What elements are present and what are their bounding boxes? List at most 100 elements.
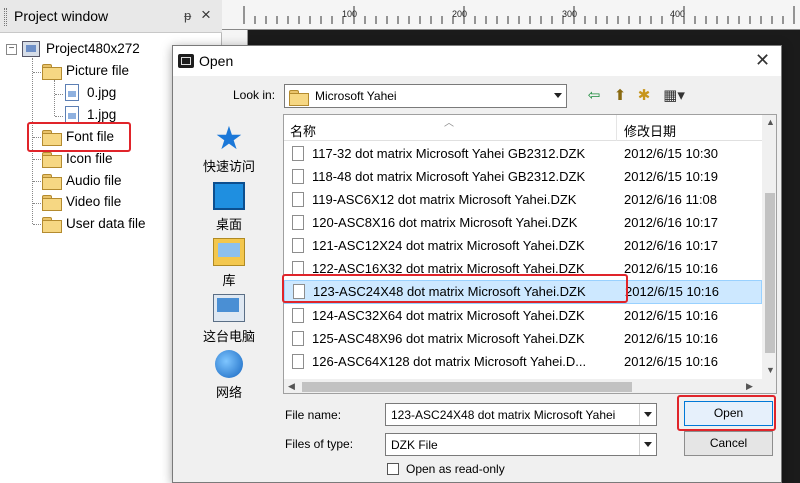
place-quick-access[interactable]: ★ 快速访问 bbox=[187, 120, 271, 175]
project-window-header: Project window ᵽ × bbox=[0, 0, 222, 33]
scroll-up-icon[interactable]: ▲ bbox=[766, 117, 775, 127]
project-icon bbox=[22, 41, 40, 57]
scrollbar-thumb[interactable] bbox=[765, 193, 775, 353]
files-of-type-select[interactable]: DZK File bbox=[385, 433, 657, 456]
file-icon bbox=[292, 215, 304, 230]
library-icon bbox=[213, 238, 245, 266]
read-only-label: Open as read-only bbox=[406, 462, 505, 476]
drag-grip[interactable] bbox=[4, 8, 7, 26]
scroll-left-icon[interactable]: ◀ bbox=[288, 381, 295, 392]
file-name: 118-48 dot matrix Microsoft Yahei GB2312… bbox=[312, 169, 586, 184]
place-label: 这台电脑 bbox=[202, 329, 255, 344]
places-bar: ★ 快速访问 桌面 库 这台电脑 网络 bbox=[187, 114, 271, 414]
look-in-value: Microsoft Yahei bbox=[315, 89, 397, 103]
tree-item-label: 0.jpg bbox=[87, 85, 117, 100]
vertical-scrollbar[interactable]: ▲ ▼ bbox=[762, 115, 776, 379]
dialog-titlebar[interactable]: Open ✕ bbox=[173, 46, 781, 76]
close-icon[interactable]: ✕ bbox=[755, 50, 770, 71]
place-desktop[interactable]: 桌面 bbox=[187, 182, 271, 233]
pin-icon[interactable]: ᵽ bbox=[184, 8, 191, 23]
look-in-label: Look in: bbox=[233, 88, 276, 102]
folder-icon bbox=[42, 174, 62, 190]
list-item[interactable]: 120-ASC8X16 dot matrix Microsoft Yahei.D… bbox=[284, 212, 762, 234]
file-date: 2012/6/15 10:19 bbox=[624, 169, 718, 184]
folder-icon bbox=[42, 152, 62, 168]
place-network[interactable]: 网络 bbox=[187, 350, 271, 401]
file-name-value: 123-ASC24X48 dot matrix Microsoft Yahei bbox=[391, 408, 616, 422]
list-item[interactable]: 125-ASC48X96 dot matrix Microsoft Yahei.… bbox=[284, 328, 762, 350]
file-icon bbox=[292, 169, 304, 184]
list-header: ︿ 名称 修改日期 bbox=[284, 115, 762, 141]
files-of-type-value: DZK File bbox=[391, 438, 438, 452]
scrollbar-thumb[interactable] bbox=[302, 382, 632, 392]
close-icon[interactable]: × bbox=[201, 5, 211, 25]
up-folder-icon[interactable]: ⬆ bbox=[609, 85, 631, 107]
app-icon bbox=[178, 54, 194, 68]
scroll-right-icon[interactable]: ▶ bbox=[746, 381, 753, 392]
column-header-date[interactable]: 修改日期 bbox=[624, 121, 676, 140]
place-label: 网络 bbox=[215, 385, 242, 400]
tree-item-label: User data file bbox=[66, 216, 146, 231]
view-menu-icon[interactable]: ▦▾ bbox=[657, 85, 691, 107]
list-item[interactable]: 124-ASC32X64 dot matrix Microsoft Yahei.… bbox=[284, 305, 762, 327]
read-only-checkbox[interactable] bbox=[387, 463, 399, 475]
star-icon: ★ bbox=[214, 120, 244, 156]
place-this-pc[interactable]: 这台电脑 bbox=[187, 294, 271, 345]
horizontal-ruler: 100 200 300 400 bbox=[222, 0, 800, 30]
tree-line bbox=[33, 72, 41, 73]
file-date: 2012/6/15 10:16 bbox=[624, 261, 718, 276]
list-item[interactable]: 117-32 dot matrix Microsoft Yahei GB2312… bbox=[284, 143, 762, 165]
horizontal-scrollbar[interactable]: ◀ ▶ bbox=[284, 379, 776, 393]
list-item[interactable]: 118-48 dot matrix Microsoft Yahei GB2312… bbox=[284, 166, 762, 188]
file-name: 121-ASC12X24 dot matrix Microsoft Yahei.… bbox=[312, 238, 585, 253]
folder-icon bbox=[42, 64, 62, 80]
scroll-down-icon[interactable]: ▼ bbox=[766, 365, 775, 375]
back-icon[interactable]: ⇦ bbox=[583, 85, 605, 107]
project-window-title: Project window bbox=[14, 8, 109, 24]
file-icon bbox=[292, 354, 304, 369]
dropdown-button[interactable] bbox=[639, 434, 656, 455]
file-name: 125-ASC48X96 dot matrix Microsoft Yahei.… bbox=[312, 331, 585, 346]
tree-line bbox=[33, 159, 41, 160]
file-icon bbox=[292, 146, 304, 161]
column-divider[interactable] bbox=[616, 115, 617, 141]
file-list: ︿ 名称 修改日期 117-32 dot matrix Microsoft Ya… bbox=[283, 114, 777, 394]
highlight-open-button bbox=[677, 395, 776, 431]
file-name: 124-ASC32X64 dot matrix Microsoft Yahei.… bbox=[312, 308, 585, 323]
look-in-select[interactable]: Microsoft Yahei bbox=[284, 84, 567, 108]
file-date: 2012/6/15 10:16 bbox=[625, 284, 719, 299]
files-of-type-label: Files of type: bbox=[285, 437, 354, 451]
highlight-font-file bbox=[27, 122, 131, 152]
tree-line bbox=[55, 94, 63, 95]
image-file-icon bbox=[65, 106, 79, 123]
tree-item-label: Video file bbox=[66, 194, 122, 209]
file-date: 2012/6/15 10:30 bbox=[624, 146, 718, 161]
chevron-down-icon bbox=[554, 93, 562, 98]
file-date: 2012/6/16 10:17 bbox=[624, 215, 718, 230]
place-library[interactable]: 库 bbox=[187, 238, 271, 289]
computer-icon bbox=[213, 294, 245, 322]
folder-icon bbox=[42, 195, 62, 211]
file-date: 2012/6/15 10:16 bbox=[624, 331, 718, 346]
dropdown-button[interactable] bbox=[639, 404, 656, 425]
column-header-name[interactable]: 名称 bbox=[290, 121, 316, 140]
tree-line bbox=[33, 203, 41, 204]
tree-item-label: Picture file bbox=[66, 63, 130, 78]
file-icon bbox=[292, 238, 304, 253]
place-label: 快速访问 bbox=[202, 159, 255, 174]
list-item[interactable]: 121-ASC12X24 dot matrix Microsoft Yahei.… bbox=[284, 235, 762, 257]
image-file-icon bbox=[65, 84, 79, 101]
sort-caret-icon: ︿ bbox=[444, 118, 454, 129]
tree-line bbox=[55, 116, 63, 117]
file-name-input[interactable]: 123-ASC24X48 dot matrix Microsoft Yahei bbox=[385, 403, 657, 426]
file-icon bbox=[292, 192, 304, 207]
list-item[interactable]: 126-ASC64X128 dot matrix Microsoft Yahei… bbox=[284, 351, 762, 373]
file-name: 119-ASC6X12 dot matrix Microsoft Yahei.D… bbox=[312, 192, 577, 207]
cancel-button[interactable]: Cancel bbox=[684, 431, 773, 456]
file-date: 2012/6/15 10:16 bbox=[624, 354, 718, 369]
list-item[interactable]: 119-ASC6X12 dot matrix Microsoft Yahei.D… bbox=[284, 189, 762, 211]
new-folder-icon[interactable]: ✱ bbox=[633, 85, 655, 107]
file-name-label: File name: bbox=[285, 408, 342, 422]
file-name: 117-32 dot matrix Microsoft Yahei GB2312… bbox=[312, 146, 586, 161]
collapse-icon[interactable]: − bbox=[6, 44, 17, 55]
